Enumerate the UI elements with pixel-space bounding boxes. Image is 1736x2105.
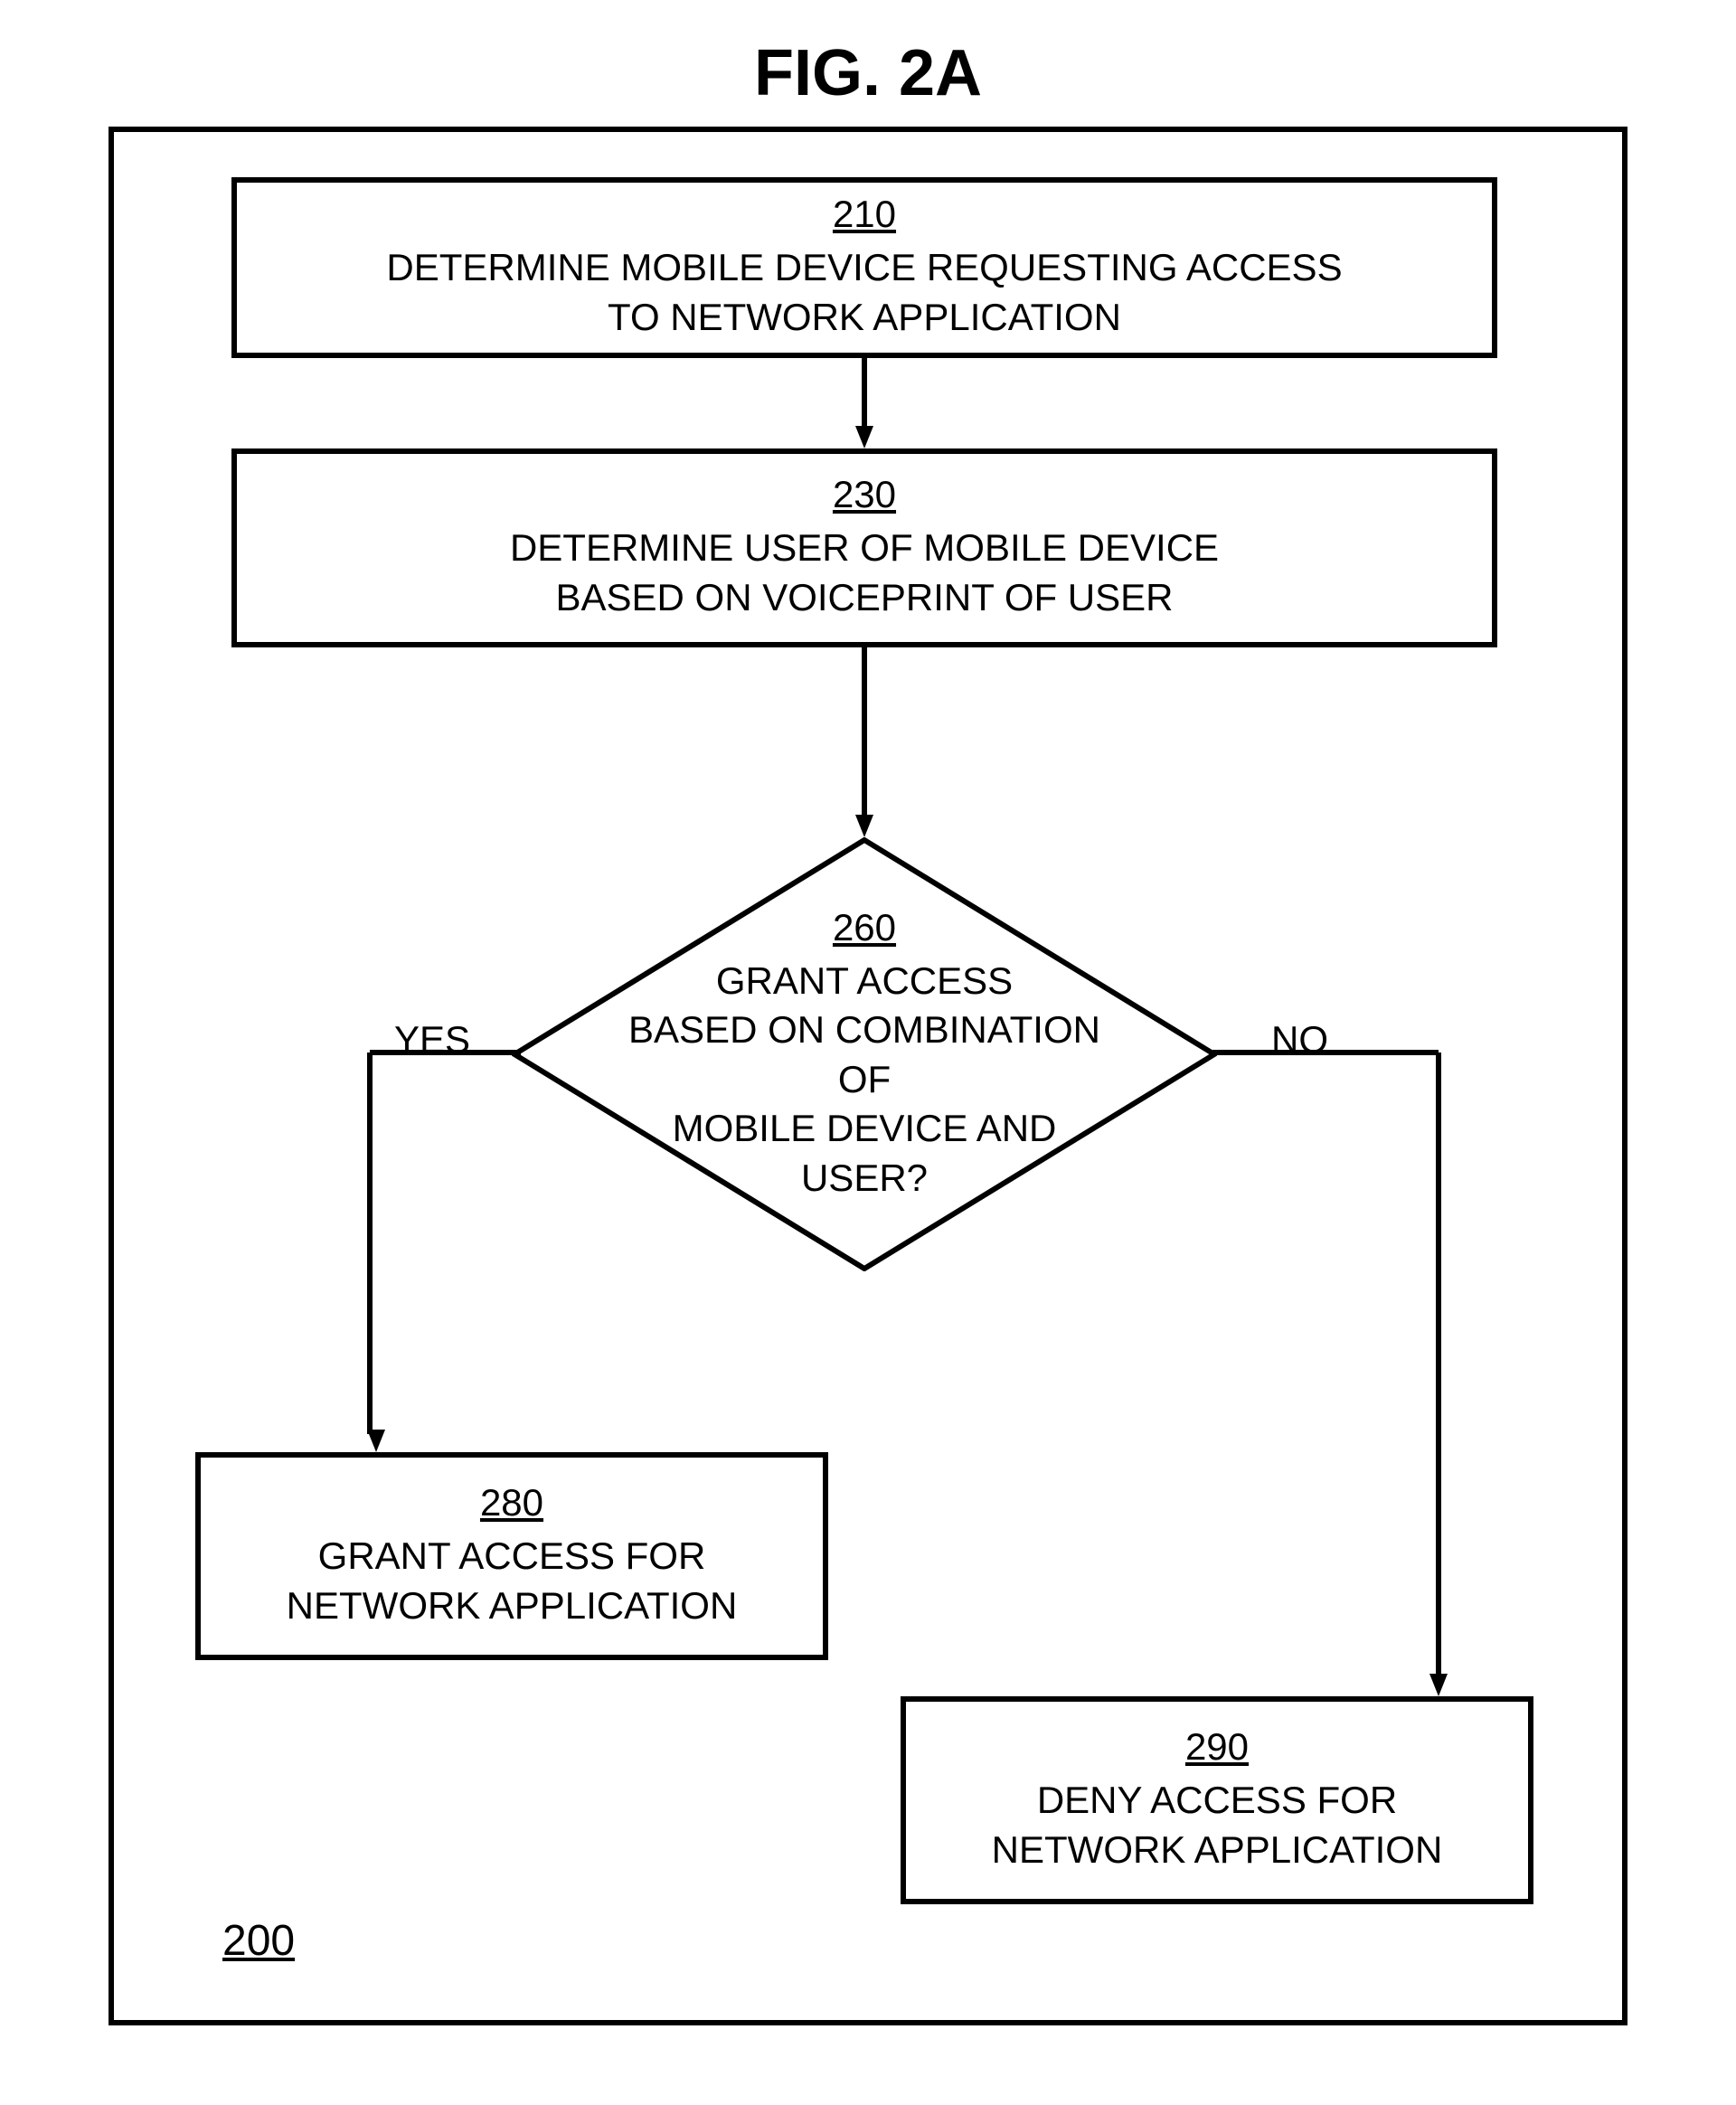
process-box-280: 280 GRANT ACCESS FORNETWORK APPLICATION [195, 1452, 828, 1660]
arrow-210-to-230 [855, 358, 873, 448]
box-ref: 260 [833, 906, 896, 949]
box-ref: 290 [1185, 1725, 1249, 1769]
box-ref: 280 [480, 1481, 543, 1524]
process-box-210: 210 DETERMINE MOBILE DEVICE REQUESTING A… [231, 177, 1497, 358]
figure-title: FIG. 2A [754, 36, 982, 110]
arrow-230-to-260 [855, 647, 873, 837]
box-text: GRANT ACCESS FORNETWORK APPLICATION [287, 1532, 738, 1630]
process-box-290: 290 DENY ACCESS FORNETWORK APPLICATION [901, 1696, 1533, 1904]
box-text: DETERMINE MOBILE DEVICE REQUESTING ACCES… [386, 243, 1342, 342]
flowchart-frame: 210 DETERMINE MOBILE DEVICE REQUESTING A… [108, 127, 1628, 2025]
box-text: GRANT ACCESSBASED ON COMBINATION OFMOBIL… [620, 957, 1109, 1204]
figure-reference-number: 200 [222, 1916, 295, 1966]
arrow-260-yes-to-280 [367, 1050, 521, 1452]
arrow-260-no-to-290 [1212, 1050, 1448, 1696]
process-box-230: 230 DETERMINE USER OF MOBILE DEVICEBASED… [231, 448, 1497, 647]
box-ref: 210 [833, 193, 896, 236]
box-text: DETERMINE USER OF MOBILE DEVICEBASED ON … [510, 524, 1219, 622]
box-ref: 230 [833, 473, 896, 516]
box-text: DENY ACCESS FORNETWORK APPLICATION [992, 1776, 1443, 1874]
decision-box-260: 260 GRANT ACCESSBASED ON COMBINATION OFM… [512, 837, 1217, 1271]
